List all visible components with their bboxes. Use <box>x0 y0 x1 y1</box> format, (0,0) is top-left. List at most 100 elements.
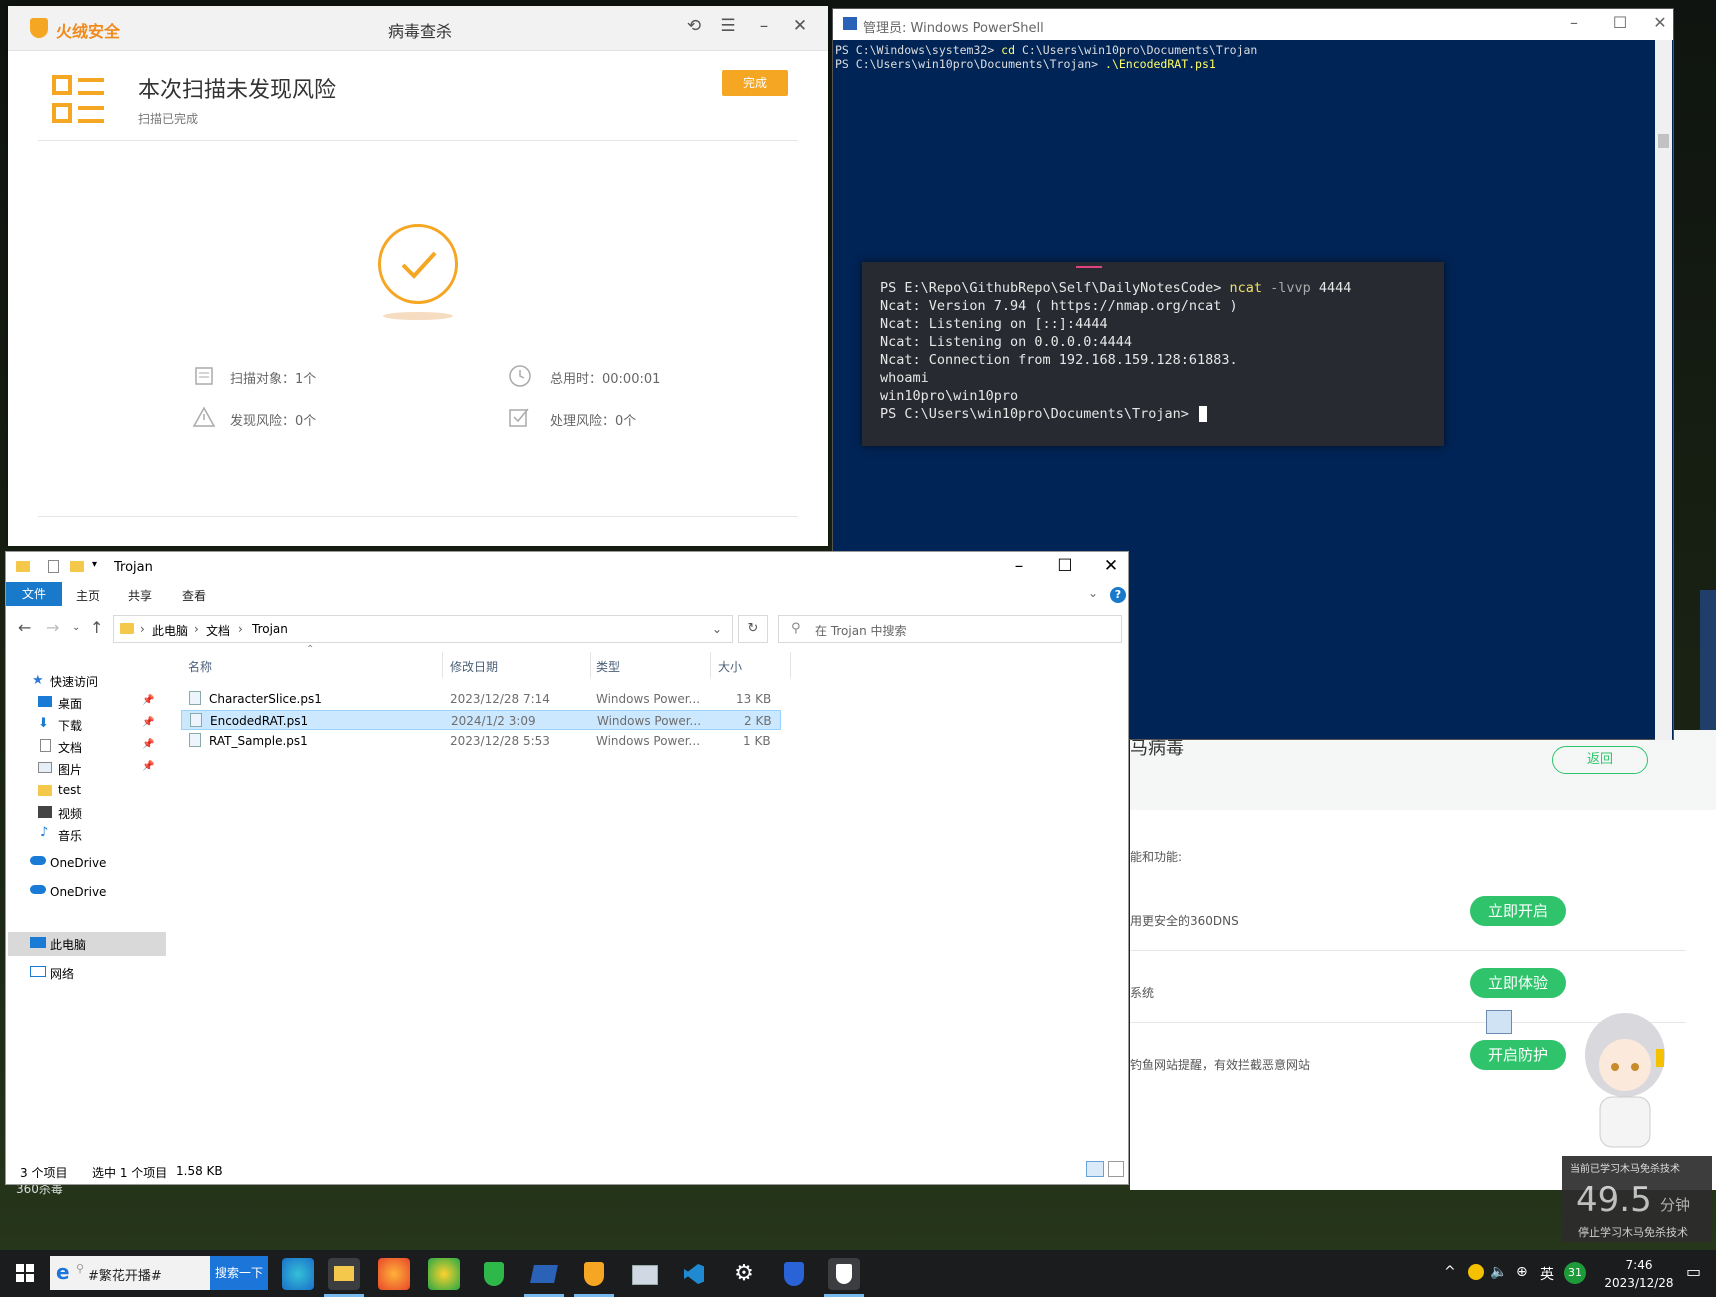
terminal-cursor <box>1198 406 1207 422</box>
sidebar-item-onedrive[interactable]: OneDrive <box>50 856 106 870</box>
risks-handled-stat: 处理风险：0个 <box>550 414 637 429</box>
menu-icon[interactable]: ☰ <box>716 16 740 36</box>
close-icon[interactable]: ✕ <box>788 16 812 36</box>
chevron-down-icon[interactable]: ⌄ <box>712 622 722 636</box>
enable-protection-button[interactable]: 开启防护 <box>1470 1040 1566 1070</box>
details-view-icon[interactable] <box>1086 1161 1104 1177</box>
breadcrumb-this-pc[interactable]: 此电脑 <box>152 622 188 639</box>
sidebar-item-quick-access[interactable]: 快速访问 <box>50 673 98 690</box>
terminal-window[interactable]: PS E:\Repo\GithubRepo\Self\DailyNotesCod… <box>862 262 1444 446</box>
minimize-icon[interactable]: – <box>996 556 1042 576</box>
taskbar-search-box[interactable]: e ⚲ #繁花开播# <box>50 1256 210 1290</box>
column-separator[interactable] <box>442 652 443 678</box>
vscode-icon[interactable] <box>678 1258 710 1290</box>
clock-time[interactable]: 7:46 <box>1594 1258 1684 1272</box>
refresh-icon[interactable]: ↻ <box>738 615 768 643</box>
clock-date[interactable]: 2023/12/28 <box>1594 1276 1684 1290</box>
sidebar-item-desktop[interactable]: 桌面 <box>58 695 82 712</box>
file-explorer-icon[interactable] <box>328 1258 360 1290</box>
sidebar-item-pictures[interactable]: 图片 <box>58 761 82 778</box>
sidebar-item-network[interactable]: 网络 <box>50 965 74 982</box>
sidebar-item-onedrive[interactable]: OneDrive <box>50 885 106 899</box>
scrollbar[interactable] <box>1655 40 1672 740</box>
ime-indicator[interactable]: 英 <box>1540 1264 1554 1284</box>
column-separator[interactable] <box>710 652 711 678</box>
console-line: PS C:\Users\win10pro\Documents\Trojan> .… <box>835 57 1216 71</box>
pin-icon[interactable]: 📌 <box>142 695 154 706</box>
notification-center-icon[interactable]: ▭ <box>1686 1262 1701 1281</box>
sidebar-item-documents[interactable]: 文档 <box>58 739 82 756</box>
pin-icon[interactable]: 📌 <box>142 739 154 750</box>
terminal-line: PS E:\Repo\GithubRepo\Self\DailyNotesCod… <box>880 280 1351 296</box>
recent-locations-icon[interactable]: ⌄ <box>72 622 80 633</box>
column-header-size[interactable]: 大小 <box>718 658 742 675</box>
column-separator[interactable] <box>590 652 591 678</box>
windows-start-icon[interactable] <box>16 1264 34 1282</box>
tab-share[interactable]: 共享 <box>128 587 152 604</box>
chevron-up-icon[interactable]: ^ <box>1444 1264 1456 1280</box>
chevron-down-icon[interactable]: ⌄ <box>1088 586 1098 600</box>
address-bar[interactable]: › 此电脑 › 文档 › Trojan ⌄ <box>113 615 733 643</box>
sidebar-item-videos[interactable]: 视频 <box>58 805 82 822</box>
defender-taskbar-icon[interactable] <box>828 1258 860 1290</box>
close-icon[interactable]: ✕ <box>1088 556 1134 576</box>
enable-dns-button[interactable]: 立即开启 <box>1470 896 1566 926</box>
tab-view[interactable]: 查看 <box>182 587 206 604</box>
code-icon <box>684 1264 704 1284</box>
up-arrow-icon[interactable]: ↑ <box>90 618 103 637</box>
back-button[interactable]: 返回 <box>1552 746 1648 774</box>
chevron-down-icon[interactable]: ▾ <box>92 559 97 570</box>
notification-badge[interactable]: 31 <box>1564 1262 1586 1284</box>
table-row[interactable]: CharacterSlice.ps1 2023/12/28 7:14 Windo… <box>181 689 781 709</box>
column-header-type[interactable]: 类型 <box>596 658 620 675</box>
tab-home[interactable]: 主页 <box>76 587 100 604</box>
tray-app-icon[interactable] <box>1468 1264 1484 1280</box>
new-folder-icon[interactable] <box>70 561 84 572</box>
close-icon[interactable]: ✕ <box>1645 13 1675 32</box>
forward-arrow-icon[interactable]: → <box>46 618 59 637</box>
edge-icon[interactable] <box>282 1258 314 1290</box>
table-row[interactable]: EncodedRAT.ps1 2024/1/2 3:09 Windows Pow… <box>181 710 781 730</box>
column-header-name[interactable]: 名称 <box>188 658 212 675</box>
firefox-icon[interactable] <box>378 1258 410 1290</box>
remote-desktop-icon[interactable] <box>628 1258 660 1290</box>
pin-icon[interactable]: 📌 <box>142 717 154 728</box>
sidebar-item-test[interactable]: test <box>58 783 81 797</box>
360-security-icon[interactable] <box>478 1258 510 1290</box>
help-icon[interactable]: ? <box>1110 587 1126 603</box>
huorong-taskbar-icon[interactable] <box>578 1258 610 1290</box>
minimize-icon[interactable]: – <box>1559 13 1589 32</box>
powershell-taskbar-icon[interactable] <box>528 1258 560 1290</box>
table-row[interactable]: RAT_Sample.ps1 2023/12/28 5:53 Windows P… <box>181 731 781 751</box>
breadcrumb-documents[interactable]: 文档 <box>206 622 230 639</box>
breadcrumb-trojan[interactable]: Trojan <box>252 622 288 636</box>
done-button[interactable]: 完成 <box>722 70 788 96</box>
sidebar-item-music[interactable]: 音乐 <box>58 827 82 844</box>
terminal-line: win10pro\win10pro <box>880 388 1019 404</box>
search-input[interactable]: ⚲ 在 Trojan 中搜索 <box>778 615 1122 643</box>
study-timer-widget[interactable]: 当前已学习木马免杀技术 49.5 分钟 停止学习木马免杀技术 <box>1562 1156 1712 1242</box>
back-arrow-icon[interactable]: ← <box>18 618 31 637</box>
pictures-icon <box>38 762 52 773</box>
search-button[interactable]: 搜索一下 <box>210 1256 268 1290</box>
speaker-icon[interactable]: 🔈 <box>1490 1264 1507 1280</box>
properties-icon[interactable] <box>48 560 59 573</box>
minimize-icon[interactable]: – <box>752 16 776 36</box>
sidebar-item-downloads[interactable]: 下载 <box>58 717 82 734</box>
column-header-modified[interactable]: 修改日期 <box>450 658 498 675</box>
windows-security-icon[interactable] <box>778 1258 810 1290</box>
tab-file[interactable]: 文件 <box>6 582 62 606</box>
column-separator[interactable] <box>790 652 791 678</box>
pin-icon[interactable]: 📌 <box>142 761 154 772</box>
sidebar-item-this-pc[interactable]: 此电脑 <box>50 936 86 953</box>
try-now-button[interactable]: 立即体验 <box>1470 968 1566 998</box>
back-arrow-icon[interactable]: ⟲ <box>682 16 706 36</box>
stop-timer-button[interactable]: 停止学习木马免杀技术 <box>1578 1224 1688 1240</box>
globe-icon[interactable]: ⊕ <box>1516 1264 1528 1280</box>
large-icons-view-icon[interactable] <box>1108 1161 1124 1177</box>
maximize-icon[interactable]: ☐ <box>1605 13 1635 32</box>
360-browser-icon[interactable] <box>428 1258 460 1290</box>
scrollbar-thumb[interactable] <box>1658 134 1669 148</box>
maximize-icon[interactable]: ☐ <box>1042 556 1088 576</box>
gear-icon[interactable]: ⚙ <box>728 1258 760 1290</box>
